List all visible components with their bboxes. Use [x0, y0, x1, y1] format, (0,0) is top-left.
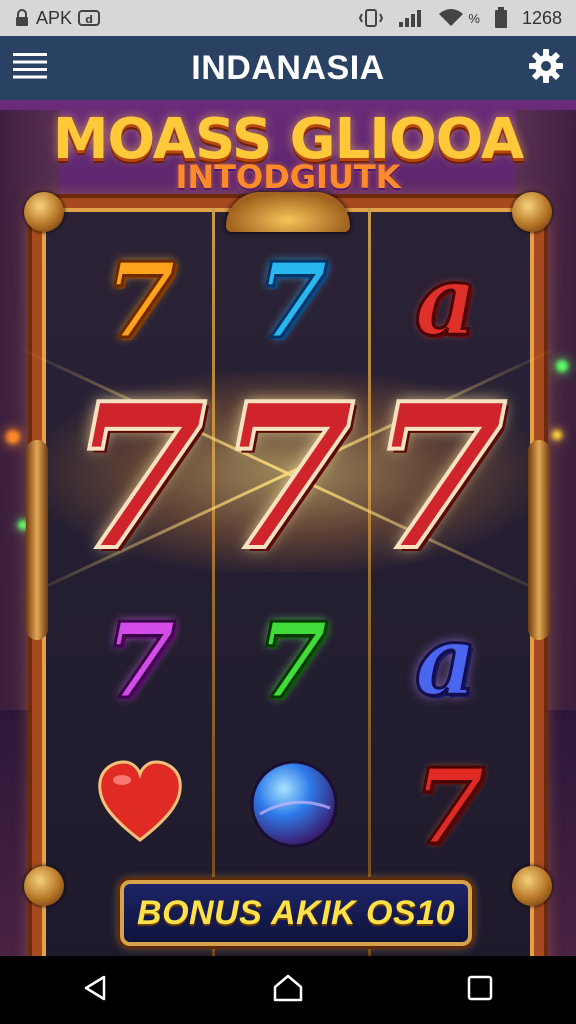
seven-symbol: 7: [254, 239, 329, 362]
svg-text:d: d: [85, 13, 93, 26]
reel-1-symbol-row4: [80, 744, 200, 864]
nav-recents-button[interactable]: [440, 956, 520, 1024]
frame-corner-ornament: [512, 866, 552, 906]
reel-2-symbol-row3: 7: [222, 596, 362, 726]
reel-divider: [212, 208, 215, 956]
apk-label: APK: [36, 7, 73, 28]
frame-corner-ornament: [512, 192, 552, 232]
reel-3-symbol-row4: 7: [384, 742, 514, 872]
app-title: INDANASIA: [191, 48, 385, 87]
seven-symbol: 7: [66, 360, 209, 595]
reel-2-symbol-top: 7: [222, 236, 362, 366]
reel-2-symbol-row4: [234, 746, 354, 866]
bonus-label: BONUS AKIK OS10: [137, 893, 455, 932]
home-icon: [272, 973, 304, 1007]
seven-symbol: 7: [366, 360, 509, 595]
letter-a-symbol: a: [413, 604, 478, 717]
background-light: [552, 430, 562, 440]
percent-label: %: [468, 10, 480, 26]
wifi-icon: [438, 8, 464, 28]
seven-symbol: 7: [411, 745, 486, 868]
nav-back-button[interactable]: [56, 956, 136, 1024]
frame-corner-ornament: [24, 192, 64, 232]
frame-side-ornament-left: [26, 440, 48, 640]
hamburger-menu-icon: [13, 53, 47, 83]
frame-corner-ornament: [24, 866, 64, 906]
reel-1-symbol-row3: 7: [70, 596, 210, 726]
reel-1-symbol-top: 7: [70, 236, 210, 366]
reel-3-symbol-row3: a: [376, 596, 516, 726]
reel-2-symbol-win: 7: [206, 360, 366, 595]
background-light: [556, 360, 568, 372]
seven-symbol: 7: [102, 599, 177, 722]
battery-icon: [494, 7, 508, 29]
reel-3-symbol-top: a: [376, 236, 516, 366]
game-logo: MOASS GLIOOA INTODGIUTK: [0, 110, 576, 195]
signal-icon: [398, 8, 424, 28]
settings-button[interactable]: [516, 36, 576, 100]
heart-symbol-icon: [96, 760, 184, 848]
letter-a-symbol: a: [413, 244, 478, 357]
app-bar: INDANASIA: [0, 36, 576, 100]
reel-1-symbol-win: 7: [58, 360, 218, 595]
menu-button[interactable]: [0, 36, 60, 100]
download-badge-icon: d: [78, 9, 101, 27]
frame-crest-ornament: [226, 192, 350, 232]
lock-icon: [14, 9, 30, 27]
recents-square-icon: [466, 974, 494, 1006]
seven-symbol: 7: [102, 239, 177, 362]
status-bar: APK d % 1268: [0, 0, 576, 36]
background-light: [6, 430, 20, 444]
reel-3-symbol-win: 7: [358, 360, 518, 595]
orb-symbol-icon: [248, 758, 340, 854]
status-time: 1268: [521, 7, 562, 28]
back-triangle-icon: [82, 974, 110, 1006]
seven-symbol: 7: [214, 360, 357, 595]
seven-symbol: 7: [254, 599, 329, 722]
nav-home-button[interactable]: [248, 956, 328, 1024]
bonus-banner-button[interactable]: BONUS AKIK OS10: [120, 880, 472, 946]
frame-side-ornament-right: [528, 440, 550, 640]
system-nav-bar: [0, 956, 576, 1024]
vibrate-icon: [358, 8, 384, 28]
slot-game-area: MOASS GLIOOA INTODGIUTK 7 7 a 7 7 7 7 7 …: [0, 100, 576, 956]
gear-icon: [528, 48, 564, 88]
